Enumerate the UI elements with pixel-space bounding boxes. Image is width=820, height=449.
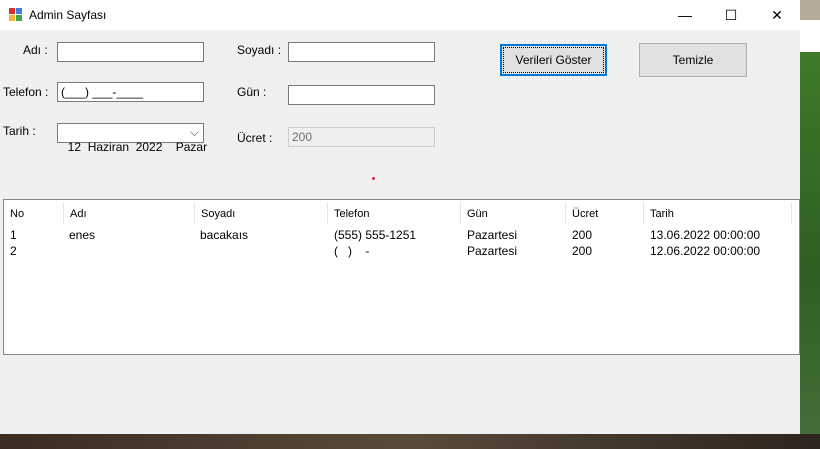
show-data-button[interactable]: Verileri Göster [500, 44, 607, 76]
records-list[interactable]: No Adı Soyadı Telefon Gün Ücret Tarih 1 … [3, 199, 800, 355]
column-header-no[interactable]: No [4, 202, 64, 224]
cell-tarih: 12.06.2022 00:00:00 [650, 244, 761, 258]
cell-ucret: 200 [572, 228, 593, 242]
cell-telefon: (555) 555-1251 [334, 228, 417, 242]
window-title: Admin Sayfası [29, 8, 107, 22]
ad-input[interactable] [57, 42, 204, 62]
ucret-input[interactable]: 200 [288, 127, 435, 147]
chevron-down-icon[interactable]: ⌵ [190, 125, 199, 140]
cell-no: 2 [10, 244, 17, 258]
cell-telefon: ( ) - [334, 244, 370, 258]
tarih-label: Tarih : [3, 124, 36, 138]
red-dot [372, 177, 375, 180]
telefon-label: Telefon : [3, 85, 49, 99]
tarih-datepicker[interactable]: 12 Haziran 2022 Pazar ⌵ [57, 123, 207, 154]
cell-no: 1 [10, 228, 17, 242]
ad-label: Adı : [23, 43, 48, 57]
column-header-soyad[interactable]: Soyadı [195, 202, 328, 224]
minimize-button[interactable]: — [662, 0, 708, 30]
gun-input[interactable] [288, 85, 435, 105]
close-button[interactable]: ✕ [754, 0, 800, 30]
tarih-value: 12 Haziran 2022 Pazar [67, 140, 208, 154]
cell-ucret: 200 [572, 244, 593, 258]
column-header-telefon[interactable]: Telefon [328, 202, 461, 224]
column-header-ucret[interactable]: Ücret [566, 202, 644, 224]
column-header-gun[interactable]: Gün [461, 202, 566, 224]
cell-soyad: bacakaıs [200, 228, 249, 242]
desktop-background [800, 0, 820, 449]
soyad-label: Soyadı : [237, 43, 282, 57]
taskbar-background [0, 434, 820, 449]
column-header-tarih[interactable]: Tarih [644, 202, 792, 224]
cell-gun: Pazartesi [467, 244, 518, 258]
soyad-input[interactable] [288, 42, 435, 62]
telefon-input[interactable]: (___) ___-____ [57, 82, 204, 102]
admin-window: Admin Sayfası — ☐ ✕ Adı : Soyadı : Telef… [0, 0, 800, 434]
cell-gun: Pazartesi [467, 228, 518, 242]
clear-button[interactable]: Temizle [639, 43, 747, 77]
cell-tarih: 13.06.2022 00:00:00 [650, 228, 761, 242]
gun-label: Gün : [237, 85, 267, 99]
ucret-label: Ücret : [237, 131, 273, 145]
title-bar[interactable]: Admin Sayfası — ☐ ✕ [0, 0, 800, 30]
app-icon [9, 8, 22, 21]
cell-ad: enes [69, 228, 96, 242]
maximize-button[interactable]: ☐ [708, 0, 754, 30]
column-header-ad[interactable]: Adı [64, 202, 195, 224]
